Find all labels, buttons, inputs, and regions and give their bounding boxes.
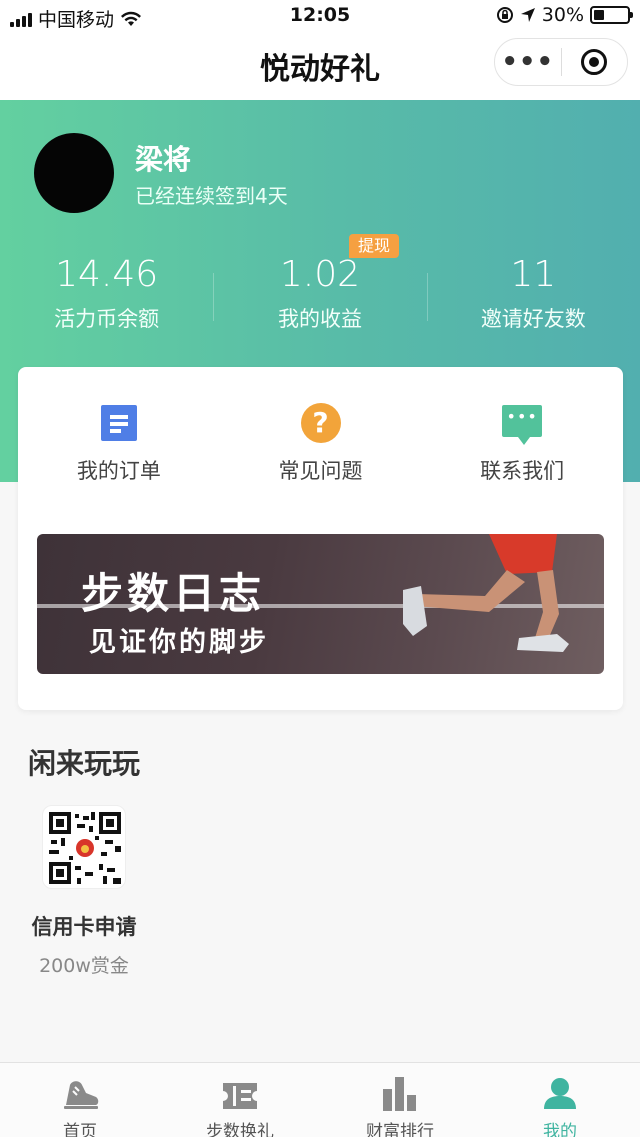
tab-label: 财富排行 [366, 1122, 434, 1137]
shortcut-label: 我的订单 [76, 459, 161, 483]
credit-card-apply-item[interactable]: 信用卡申请 200w赏金 [28, 805, 140, 978]
app-name: 信用卡申请 [31, 915, 137, 939]
miniprogram-capsule: ••• [494, 38, 628, 86]
tab-label: 我的 [543, 1122, 577, 1137]
withdraw-button[interactable]: 提现 [349, 234, 399, 258]
person-icon [480, 1075, 640, 1111]
status-bar: 中国移动 12:05 30% [0, 0, 640, 32]
location-arrow-icon [520, 8, 535, 22]
sneaker-icon [0, 1075, 160, 1111]
status-right: 30% [496, 4, 633, 26]
tab-home[interactable]: 首页 [0, 1063, 160, 1137]
tab-ranking[interactable]: 财富排行 [320, 1063, 480, 1137]
stat-value: 14.46 [55, 254, 159, 295]
qr-code-icon [42, 805, 126, 889]
more-menu-button[interactable]: ••• [495, 49, 561, 75]
tab-exchange[interactable]: 步数换礼 [160, 1063, 320, 1137]
ticket-icon [160, 1075, 320, 1111]
runner-legs-illustration [403, 534, 569, 652]
section-title: 闲来玩玩 [28, 747, 141, 780]
shortcut-contact[interactable]: ••• 联系我们 [421, 367, 623, 507]
stat-label: 我的收益 [277, 307, 362, 331]
shortcut-orders[interactable]: 我的订单 [18, 367, 220, 507]
battery-icon [590, 6, 633, 24]
shortcut-faq[interactable]: ? 常见问题 [220, 367, 422, 507]
tab-label: 步数换礼 [206, 1122, 274, 1137]
shortcut-label: 联系我们 [480, 459, 565, 483]
stat-value: 11 [510, 254, 557, 295]
tab-mine[interactable]: 我的 [480, 1063, 640, 1137]
bar-chart-icon [320, 1075, 480, 1111]
question-icon: ? [300, 403, 341, 443]
nav-bar: 悦动好礼 ••• [0, 32, 640, 100]
stat-label: 邀请好友数 [480, 307, 586, 331]
step-log-banner[interactable]: 步数日志 见证你的脚步 [37, 534, 604, 674]
app-desc: 200w赏金 [39, 955, 129, 977]
shortcut-label: 常见问题 [278, 459, 363, 483]
stat-divider [213, 273, 215, 321]
tab-bar: 首页 步数换礼 财富排行 我的 [0, 1062, 640, 1137]
stat-value: 1.02 [279, 254, 361, 295]
stat-balance[interactable]: 14.46 活力币余额 [0, 255, 213, 335]
stat-invites[interactable]: 11 邀请好友数 [426, 254, 640, 335]
tab-label: 首页 [63, 1122, 97, 1137]
stat-divider [426, 273, 428, 321]
chat-icon: ••• [502, 405, 543, 445]
target-icon [581, 49, 608, 75]
shortcut-row: 我的订单 ? 常见问题 ••• 联系我们 [18, 367, 623, 507]
checkin-streak: 已经连续签到4天 [135, 184, 288, 208]
close-miniprogram-button[interactable] [562, 49, 628, 75]
user-name: 梁将 [135, 143, 192, 176]
orientation-lock-icon [496, 7, 513, 23]
stats-row: 14.46 活力币余额 1.02 我的收益 11 邀请好友数 [0, 255, 640, 335]
document-icon [100, 405, 137, 441]
stat-label: 活力币余额 [54, 307, 160, 331]
feature-card: 我的订单 ? 常见问题 ••• 联系我们 步数日志 见证你的脚步 [18, 367, 623, 710]
battery-percent: 30% [541, 4, 584, 26]
avatar[interactable] [34, 133, 114, 213]
stat-earnings[interactable]: 1.02 我的收益 [213, 255, 426, 335]
